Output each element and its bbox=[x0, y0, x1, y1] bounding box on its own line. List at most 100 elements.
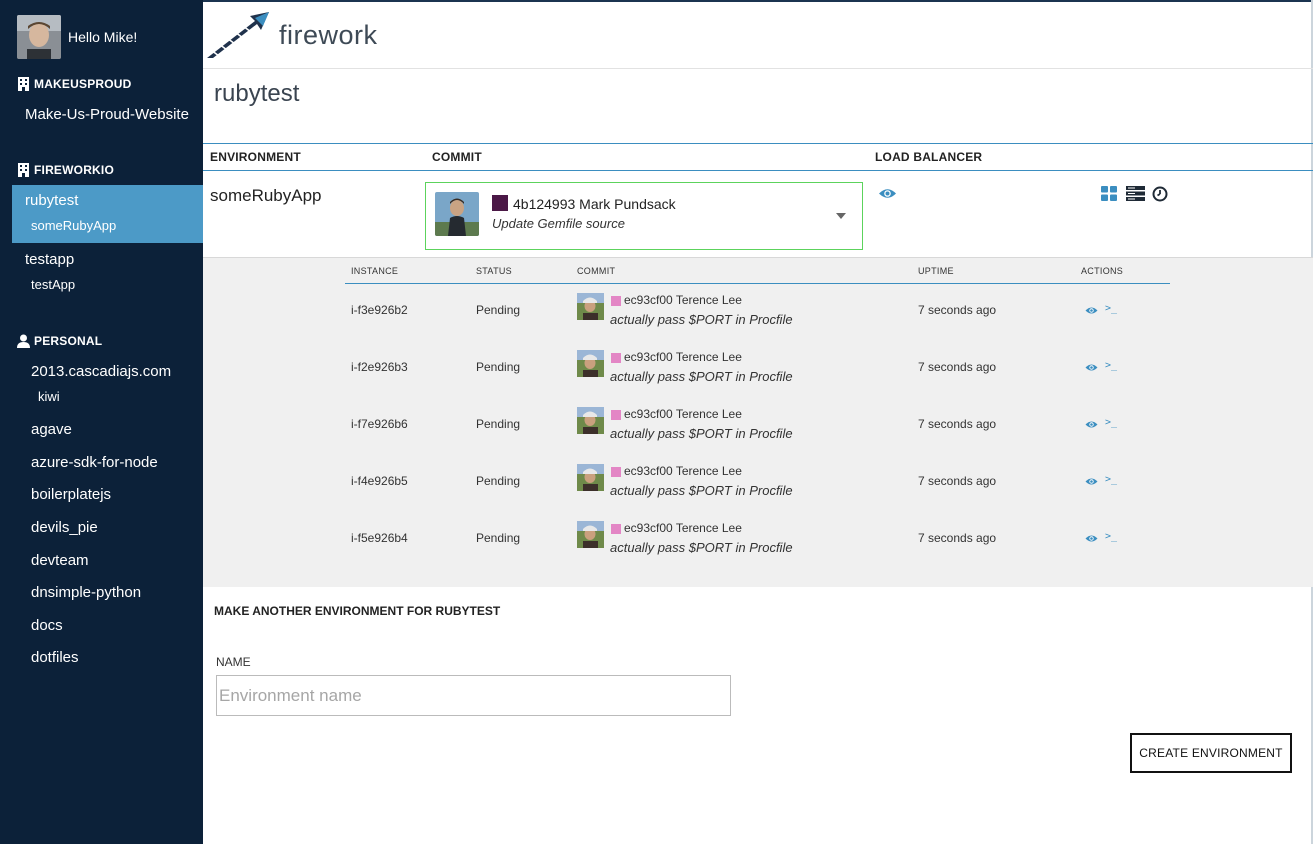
instance-row: i-f4e926b5 Pending ec93cf00 Terence Lee … bbox=[203, 458, 1313, 515]
sidebar-app-rubytest[interactable]: rubytest bbox=[25, 192, 78, 209]
brand-name: firework bbox=[279, 19, 378, 50]
brand[interactable]: firework bbox=[205, 10, 378, 60]
greeting-text: Hello Mike! bbox=[68, 29, 138, 45]
instances-header-status: STATUS bbox=[476, 266, 512, 276]
clock-icon[interactable] bbox=[1152, 186, 1168, 202]
eye-icon[interactable] bbox=[1085, 477, 1098, 486]
sidebar-app-testapp[interactable]: testapp bbox=[25, 251, 74, 268]
instance-id[interactable]: i-f4e926b5 bbox=[351, 474, 408, 488]
instances-header-uptime: UPTIME bbox=[918, 266, 954, 276]
header-divider bbox=[203, 68, 1313, 69]
environment-name[interactable]: someRubyApp bbox=[210, 186, 322, 206]
commit-hash-author: ec93cf00 Terence Lee bbox=[624, 464, 742, 478]
org-header-personal: PERSONAL bbox=[17, 334, 102, 348]
commit-author-avatar bbox=[435, 192, 479, 236]
instances-header-commit: COMMIT bbox=[577, 266, 616, 276]
instance-id[interactable]: i-f7e926b6 bbox=[351, 417, 408, 431]
commit-author-avatar bbox=[577, 350, 604, 377]
instance-id[interactable]: i-f3e926b2 bbox=[351, 303, 408, 317]
eye-icon[interactable] bbox=[1085, 363, 1098, 372]
commit-author-avatar bbox=[577, 521, 604, 548]
table-top-rule bbox=[203, 143, 1313, 144]
commit-hash-author: 4b124993 Mark Pundsack bbox=[513, 196, 676, 212]
instance-id[interactable]: i-f2e926b3 bbox=[351, 360, 408, 374]
commit-message: actually pass $PORT in Procfile bbox=[610, 540, 793, 555]
column-header-commit: COMMIT bbox=[432, 150, 482, 164]
terminal-icon[interactable]: >_ bbox=[1105, 474, 1117, 485]
instance-uptime: 7 seconds ago bbox=[918, 531, 997, 545]
instance-uptime: 7 seconds ago bbox=[918, 417, 997, 431]
commit-message: actually pass $PORT in Procfile bbox=[610, 369, 793, 384]
instance-row: i-f3e926b2 Pending ec93cf00 Terence Lee … bbox=[203, 287, 1313, 344]
column-header-environment: ENVIRONMENT bbox=[210, 150, 301, 164]
page-title: rubytest bbox=[214, 80, 300, 107]
server-list-icon[interactable] bbox=[1126, 186, 1145, 201]
top-border bbox=[203, 0, 1313, 2]
commit-color-swatch bbox=[611, 467, 621, 477]
instance-status: Pending bbox=[476, 531, 521, 545]
instance-uptime: 7 seconds ago bbox=[918, 360, 997, 374]
instance-status: Pending bbox=[476, 417, 521, 431]
commit-select[interactable]: 4b124993 Mark Pundsack Update Gemfile so… bbox=[425, 182, 863, 250]
sidebar-app-dnsimple-python[interactable]: dnsimple-python bbox=[31, 584, 141, 601]
commit-hash-author: ec93cf00 Terence Lee bbox=[624, 293, 742, 307]
commit-hash-author: ec93cf00 Terence Lee bbox=[624, 350, 742, 364]
sidebar-app-azure-sdk-for-node[interactable]: azure-sdk-for-node bbox=[31, 454, 158, 471]
terminal-icon[interactable]: >_ bbox=[1105, 417, 1117, 428]
commit-color-swatch bbox=[492, 195, 508, 211]
commit-color-swatch bbox=[611, 353, 621, 363]
person-icon bbox=[17, 334, 30, 348]
sidebar-app-boilerplatejs[interactable]: boilerplatejs bbox=[31, 486, 111, 503]
firework-logo-icon bbox=[207, 12, 269, 58]
sidebar-app-agave[interactable]: agave bbox=[31, 421, 72, 438]
instance-row: i-f2e926b3 Pending ec93cf00 Terence Lee … bbox=[203, 344, 1313, 401]
instance-status: Pending bbox=[476, 360, 521, 374]
environment-name-input[interactable] bbox=[216, 675, 731, 716]
commit-hash-author: ec93cf00 Terence Lee bbox=[624, 521, 742, 535]
eye-icon[interactable] bbox=[1085, 420, 1098, 429]
commit-author-avatar bbox=[577, 464, 604, 491]
commit-message: actually pass $PORT in Procfile bbox=[610, 312, 793, 327]
create-env-heading: MAKE ANOTHER ENVIRONMENT FOR RUBYTEST bbox=[214, 604, 501, 618]
commit-message: actually pass $PORT in Procfile bbox=[610, 426, 793, 441]
sidebar: Hello Mike! MAKEUSPROUD Make-Us-Proud-We… bbox=[0, 0, 203, 844]
user-profile[interactable]: Hello Mike! bbox=[17, 15, 137, 59]
chevron-down-icon[interactable] bbox=[836, 213, 846, 219]
commit-author-avatar bbox=[577, 293, 604, 320]
user-avatar bbox=[17, 15, 61, 59]
sidebar-app-2013-cascadiajs[interactable]: 2013.cascadiajs.com bbox=[31, 363, 171, 380]
commit-color-swatch bbox=[611, 296, 621, 306]
instance-uptime: 7 seconds ago bbox=[918, 474, 997, 488]
terminal-icon[interactable]: >_ bbox=[1105, 360, 1117, 371]
sidebar-app-devteam[interactable]: devteam bbox=[31, 552, 89, 569]
instances-header-rule bbox=[345, 283, 1170, 284]
table-header-rule bbox=[203, 170, 1313, 171]
instances-header-instance: INSTANCE bbox=[351, 266, 399, 276]
sidebar-env-someRubyApp[interactable]: someRubyApp bbox=[31, 218, 116, 233]
instance-uptime: 7 seconds ago bbox=[918, 303, 997, 317]
commit-author-avatar bbox=[577, 407, 604, 434]
sidebar-env-kiwi[interactable]: kiwi bbox=[38, 389, 60, 404]
main-content: firework rubytest ENVIRONMENT COMMIT LOA… bbox=[203, 0, 1313, 844]
eye-icon[interactable] bbox=[878, 187, 897, 200]
instance-row: i-f5e926b4 Pending ec93cf00 Terence Lee … bbox=[203, 515, 1313, 572]
commit-message: actually pass $PORT in Procfile bbox=[610, 483, 793, 498]
eye-icon[interactable] bbox=[1085, 306, 1098, 315]
commit-hash-author: ec93cf00 Terence Lee bbox=[624, 407, 742, 421]
instances-panel: INSTANCE STATUS COMMIT UPTIME ACTIONS i-… bbox=[203, 257, 1313, 587]
sidebar-app-make-us-proud-website[interactable]: Make-Us-Proud-Website bbox=[25, 106, 189, 123]
grid-icon[interactable] bbox=[1101, 186, 1117, 201]
eye-icon[interactable] bbox=[1085, 534, 1098, 543]
terminal-icon[interactable]: >_ bbox=[1105, 531, 1117, 542]
instances-header-actions: ACTIONS bbox=[1081, 266, 1124, 276]
instance-id[interactable]: i-f5e926b4 bbox=[351, 531, 408, 545]
sidebar-app-devils-pie[interactable]: devils_pie bbox=[31, 519, 98, 536]
commit-color-swatch bbox=[611, 524, 621, 534]
commit-message: Update Gemfile source bbox=[492, 216, 625, 231]
create-environment-button[interactable]: CREATE ENVIRONMENT bbox=[1130, 733, 1292, 773]
instance-status: Pending bbox=[476, 474, 521, 488]
sidebar-app-docs[interactable]: docs bbox=[31, 617, 63, 634]
sidebar-app-dotfiles[interactable]: dotfiles bbox=[31, 649, 79, 666]
terminal-icon[interactable]: >_ bbox=[1105, 303, 1117, 314]
sidebar-env-testApp[interactable]: testApp bbox=[31, 277, 75, 292]
